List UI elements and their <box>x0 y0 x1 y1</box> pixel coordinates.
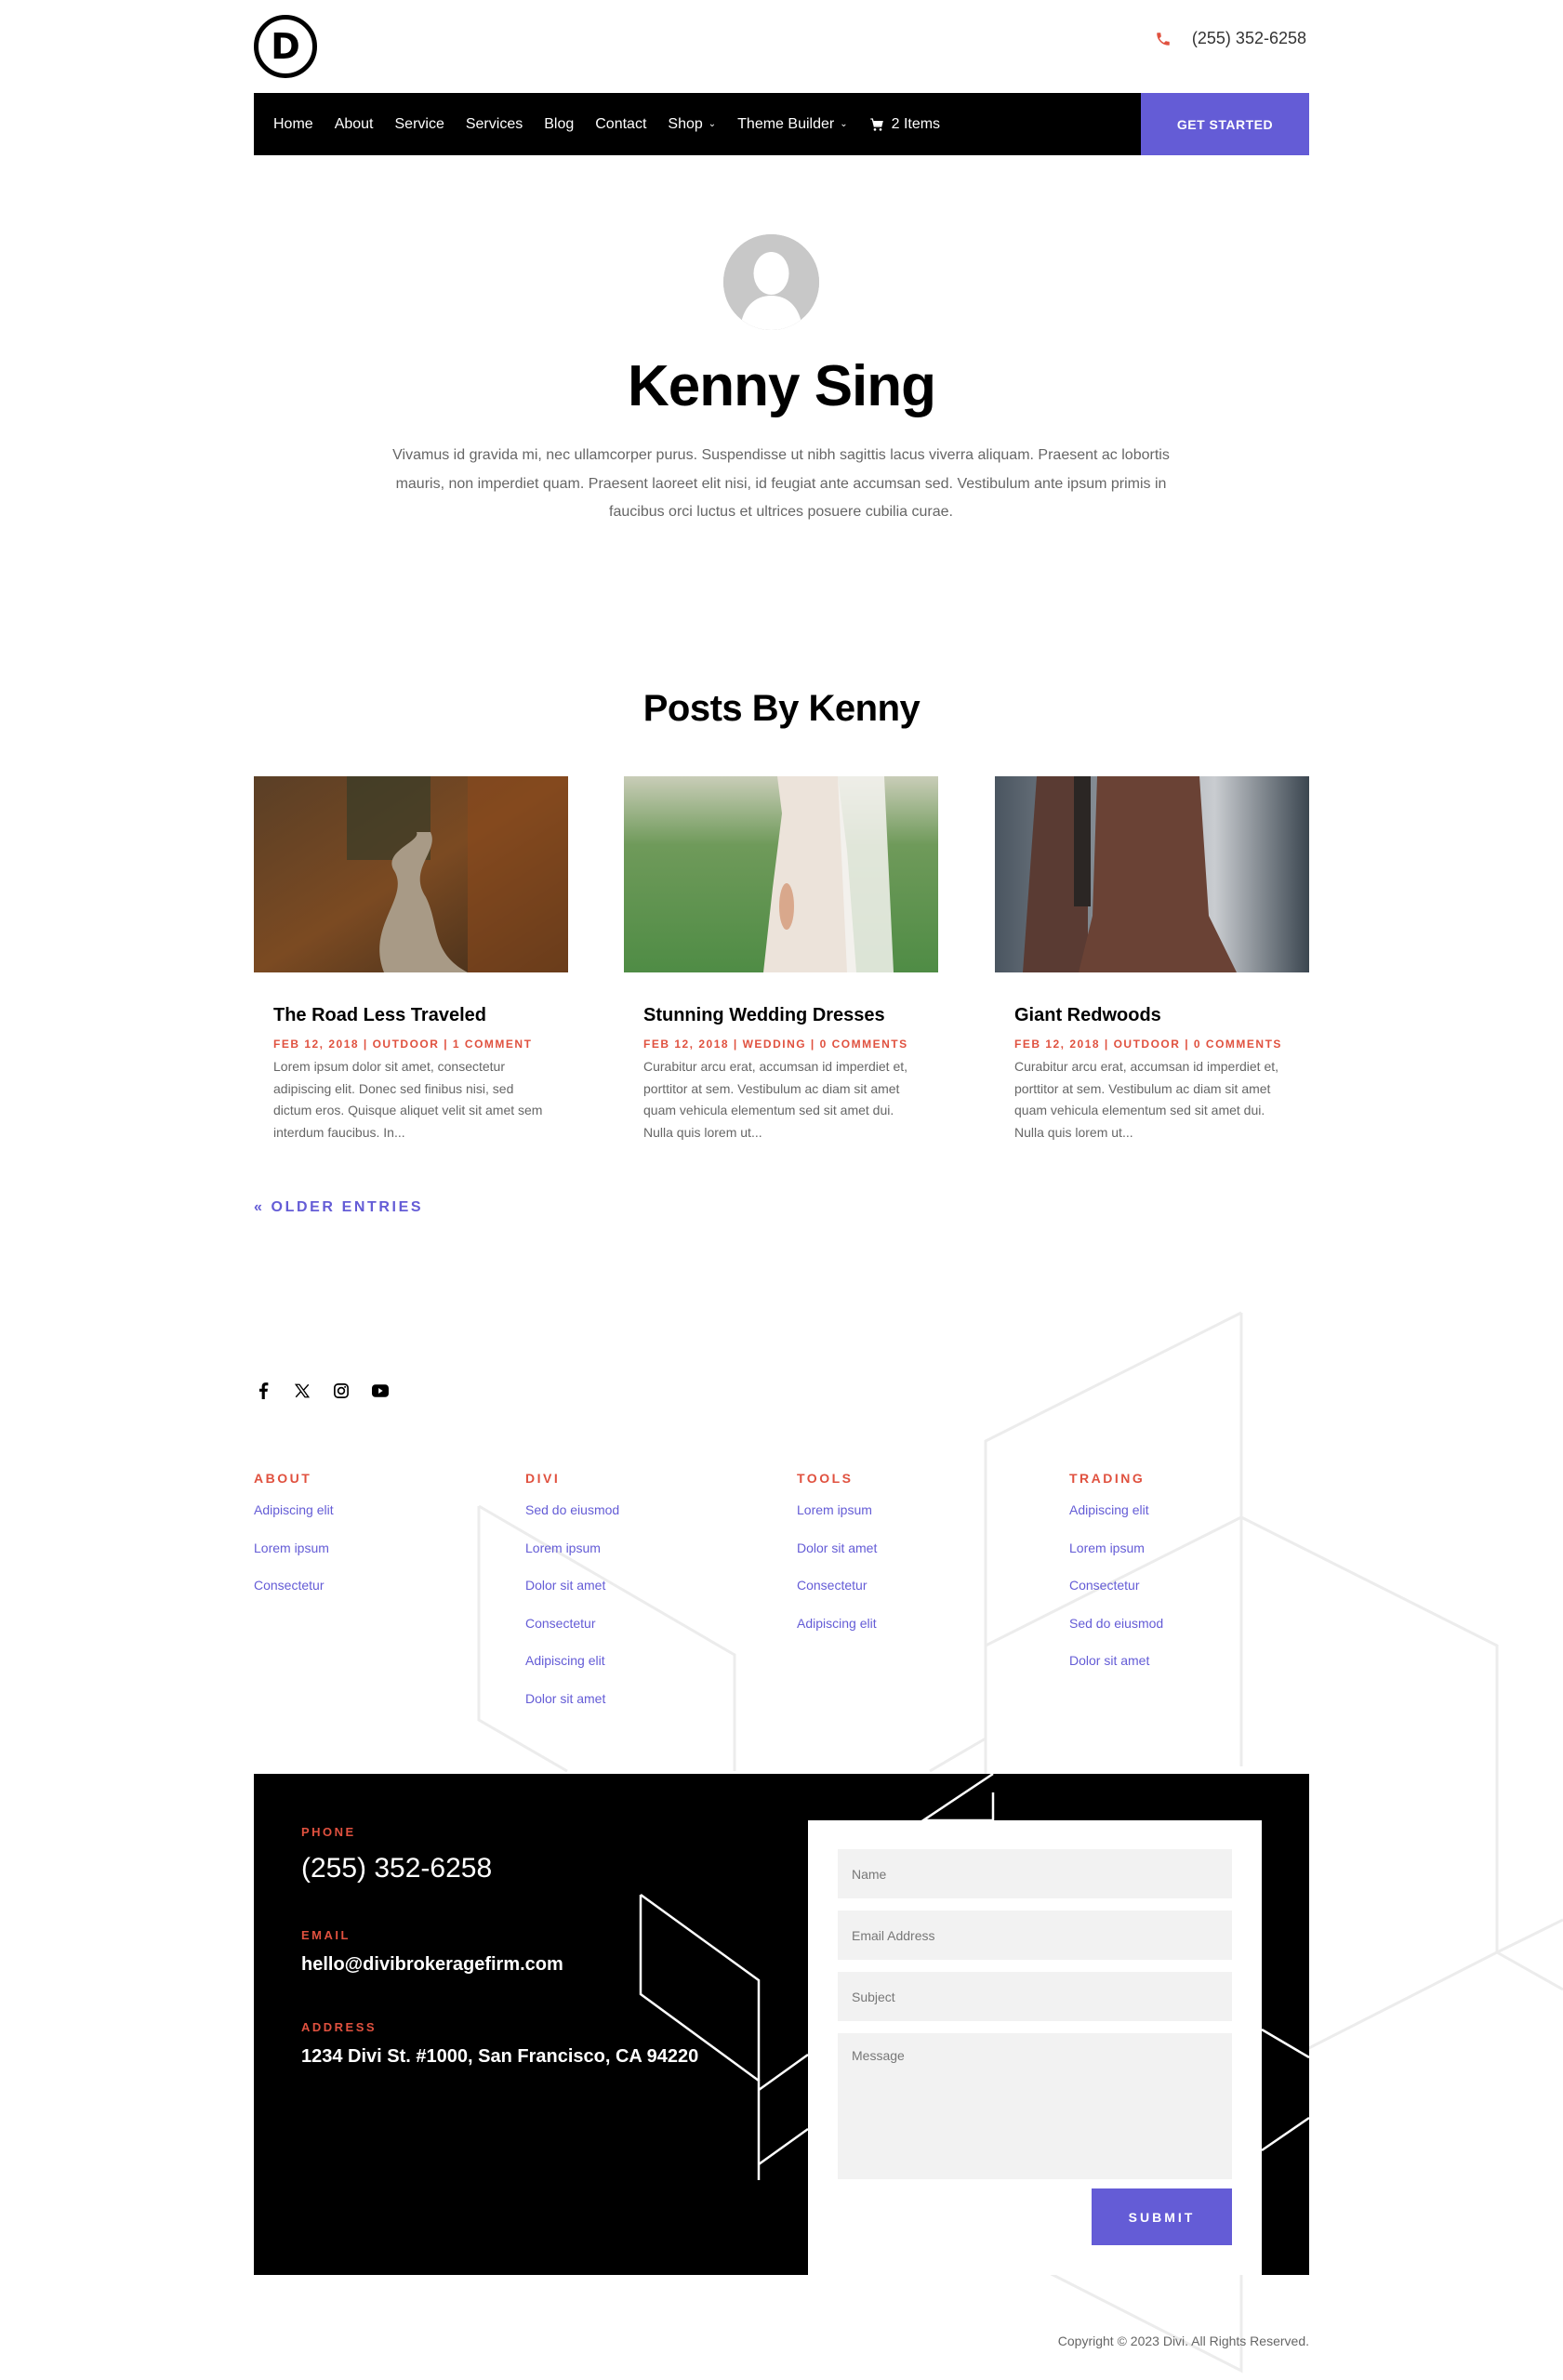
footer-link[interactable]: Consectetur <box>797 1578 1039 1616</box>
post-title[interactable]: Giant Redwoods <box>1014 1005 1290 1026</box>
footer-link[interactable]: Lorem ipsum <box>1069 1540 1311 1579</box>
header-phone: (255) 352-6258 <box>1155 29 1306 48</box>
footer-link[interactable]: Adipiscing elit <box>254 1502 496 1540</box>
footer-column-heading: ABOUT <box>254 1471 312 1486</box>
author-bio: Vivamus id gravida mi, nec ullamcorper p… <box>392 447 1170 520</box>
header-phone-number[interactable]: (255) 352-6258 <box>1192 29 1306 48</box>
nav-label: Service <box>394 115 444 132</box>
post-card: Stunning Wedding Dresses FEB 12, 2018 | … <box>624 776 938 1144</box>
footer-link[interactable]: Dolor sit amet <box>525 1578 767 1616</box>
nav-label: Home <box>273 115 313 132</box>
nav-about[interactable]: About <box>335 116 374 133</box>
contact-email[interactable]: hello@divibrokeragefirm.com <box>301 1954 563 1976</box>
nav-label: Services <box>465 115 523 132</box>
subject-input[interactable] <box>838 1972 1232 2021</box>
x-twitter-icon[interactable] <box>293 1382 311 1400</box>
posts-section-title: Posts By Kenny <box>642 688 921 729</box>
nav-shop[interactable]: Shop ⌄ <box>668 116 716 133</box>
footer-link[interactable]: Sed do eiusmod <box>1069 1616 1311 1654</box>
post-image-forest-road[interactable] <box>254 776 568 972</box>
nav-contact[interactable]: Contact <box>595 116 646 133</box>
main-nav: Home About Service Services Blog Contact… <box>254 93 1309 155</box>
footer-column-trading: TRADING Adipiscing elit Lorem ipsum Cons… <box>1069 1471 1311 1691</box>
chevron-down-icon: ⌄ <box>708 119 717 129</box>
site-logo[interactable]: D <box>254 15 317 78</box>
user-silhouette-icon <box>723 234 819 330</box>
nav-services[interactable]: Services <box>466 116 523 133</box>
footer-column-tools: TOOLS Lorem ipsum Dolor sit amet Consect… <box>797 1471 1039 1653</box>
email-input[interactable] <box>838 1911 1232 1960</box>
nav-label: Contact <box>595 115 647 132</box>
contact-phone-label: PHONE <box>301 1825 356 1839</box>
cart-link[interactable]: 2 Items <box>869 116 940 133</box>
contact-phone[interactable]: (255) 352-6258 <box>301 1853 492 1884</box>
footer-link[interactable]: Lorem ipsum <box>797 1502 1039 1540</box>
social-links <box>254 1382 390 1400</box>
post-meta: FEB 12, 2018 | WEDDING | 0 COMMENTS <box>643 1038 908 1051</box>
footer-link[interactable]: Consectetur <box>1069 1578 1311 1616</box>
instagram-icon[interactable] <box>332 1382 351 1400</box>
nav-label: Shop <box>668 115 703 132</box>
footer-link[interactable]: Dolor sit amet <box>797 1540 1039 1579</box>
older-entries-link[interactable]: « OLDER ENTRIES <box>254 1199 423 1216</box>
post-image-wedding-dress[interactable] <box>624 776 938 972</box>
footer-link[interactable]: Dolor sit amet <box>525 1691 767 1729</box>
youtube-icon[interactable] <box>371 1382 390 1400</box>
cart-icon <box>869 117 883 131</box>
post-excerpt: Lorem ipsum dolor sit amet, consectetur … <box>273 1059 543 1140</box>
footer-link[interactable]: Adipiscing elit <box>1069 1502 1311 1540</box>
nav-label: Blog <box>544 115 575 132</box>
footer-link[interactable]: Sed do eiusmod <box>525 1502 767 1540</box>
post-meta: FEB 12, 2018 | OUTDOOR | 0 COMMENTS <box>1014 1038 1282 1051</box>
post-title[interactable]: The Road Less Traveled <box>273 1005 549 1026</box>
author-avatar <box>723 234 819 330</box>
footer-link[interactable]: Consectetur <box>254 1578 496 1616</box>
post-image-redwoods[interactable] <box>995 776 1309 972</box>
logo-letter: D <box>271 26 300 67</box>
nav-label: About <box>334 115 374 132</box>
nav-home[interactable]: Home <box>273 116 313 133</box>
phone-icon <box>1157 32 1170 46</box>
contact-address: 1234 Divi St. #1000, San Francisco, CA 9… <box>301 2046 699 2067</box>
contact-address-label: ADDRESS <box>301 2020 378 2034</box>
post-title[interactable]: Stunning Wedding Dresses <box>643 1005 919 1026</box>
footer-link[interactable]: Adipiscing elit <box>797 1616 1039 1654</box>
footer-link[interactable]: Consectetur <box>525 1616 767 1654</box>
footer-column-heading: TOOLS <box>797 1471 854 1486</box>
contact-form: SUBMIT <box>808 1820 1262 2275</box>
post-card: Giant Redwoods FEB 12, 2018 | OUTDOOR | … <box>995 776 1309 1144</box>
footer-link[interactable]: Lorem ipsum <box>254 1540 496 1579</box>
facebook-icon[interactable] <box>254 1382 272 1400</box>
footer-link[interactable]: Adipiscing elit <box>525 1653 767 1691</box>
footer-column-divi: DIVI Sed do eiusmod Lorem ipsum Dolor si… <box>525 1471 767 1728</box>
submit-button[interactable]: SUBMIT <box>1092 2188 1232 2245</box>
name-input[interactable] <box>838 1849 1232 1898</box>
get-started-button[interactable]: GET STARTED <box>1141 93 1309 155</box>
nav-service[interactable]: Service <box>395 116 444 133</box>
post-card: The Road Less Traveled FEB 12, 2018 | OU… <box>254 776 568 1144</box>
footer-link[interactable]: Lorem ipsum <box>525 1540 767 1579</box>
post-meta: FEB 12, 2018 | OUTDOOR | 1 COMMENT <box>273 1038 533 1051</box>
author-name: Kenny Sing <box>627 354 936 418</box>
contact-email-label: EMAIL <box>301 1928 351 1942</box>
nav-theme-builder[interactable]: Theme Builder ⌄ <box>737 116 847 133</box>
footer-column-heading: TRADING <box>1069 1471 1146 1486</box>
footer-link[interactable]: Dolor sit amet <box>1069 1653 1311 1691</box>
nav-label: Theme Builder <box>737 115 835 132</box>
chevron-down-icon: ⌄ <box>840 119 848 129</box>
copyright-text: Copyright © 2023 Divi. All Rights Reserv… <box>1057 2334 1309 2348</box>
post-excerpt: Curabitur arcu erat, accumsan id imperdi… <box>643 1059 908 1140</box>
post-excerpt: Curabitur arcu erat, accumsan id imperdi… <box>1014 1059 1279 1140</box>
nav-blog[interactable]: Blog <box>544 116 574 133</box>
message-textarea[interactable] <box>838 2033 1232 2179</box>
footer-column-about: ABOUT Adipiscing elit Lorem ipsum Consec… <box>254 1471 496 1616</box>
cart-count: 2 Items <box>891 115 941 132</box>
footer-column-heading: DIVI <box>525 1471 561 1486</box>
